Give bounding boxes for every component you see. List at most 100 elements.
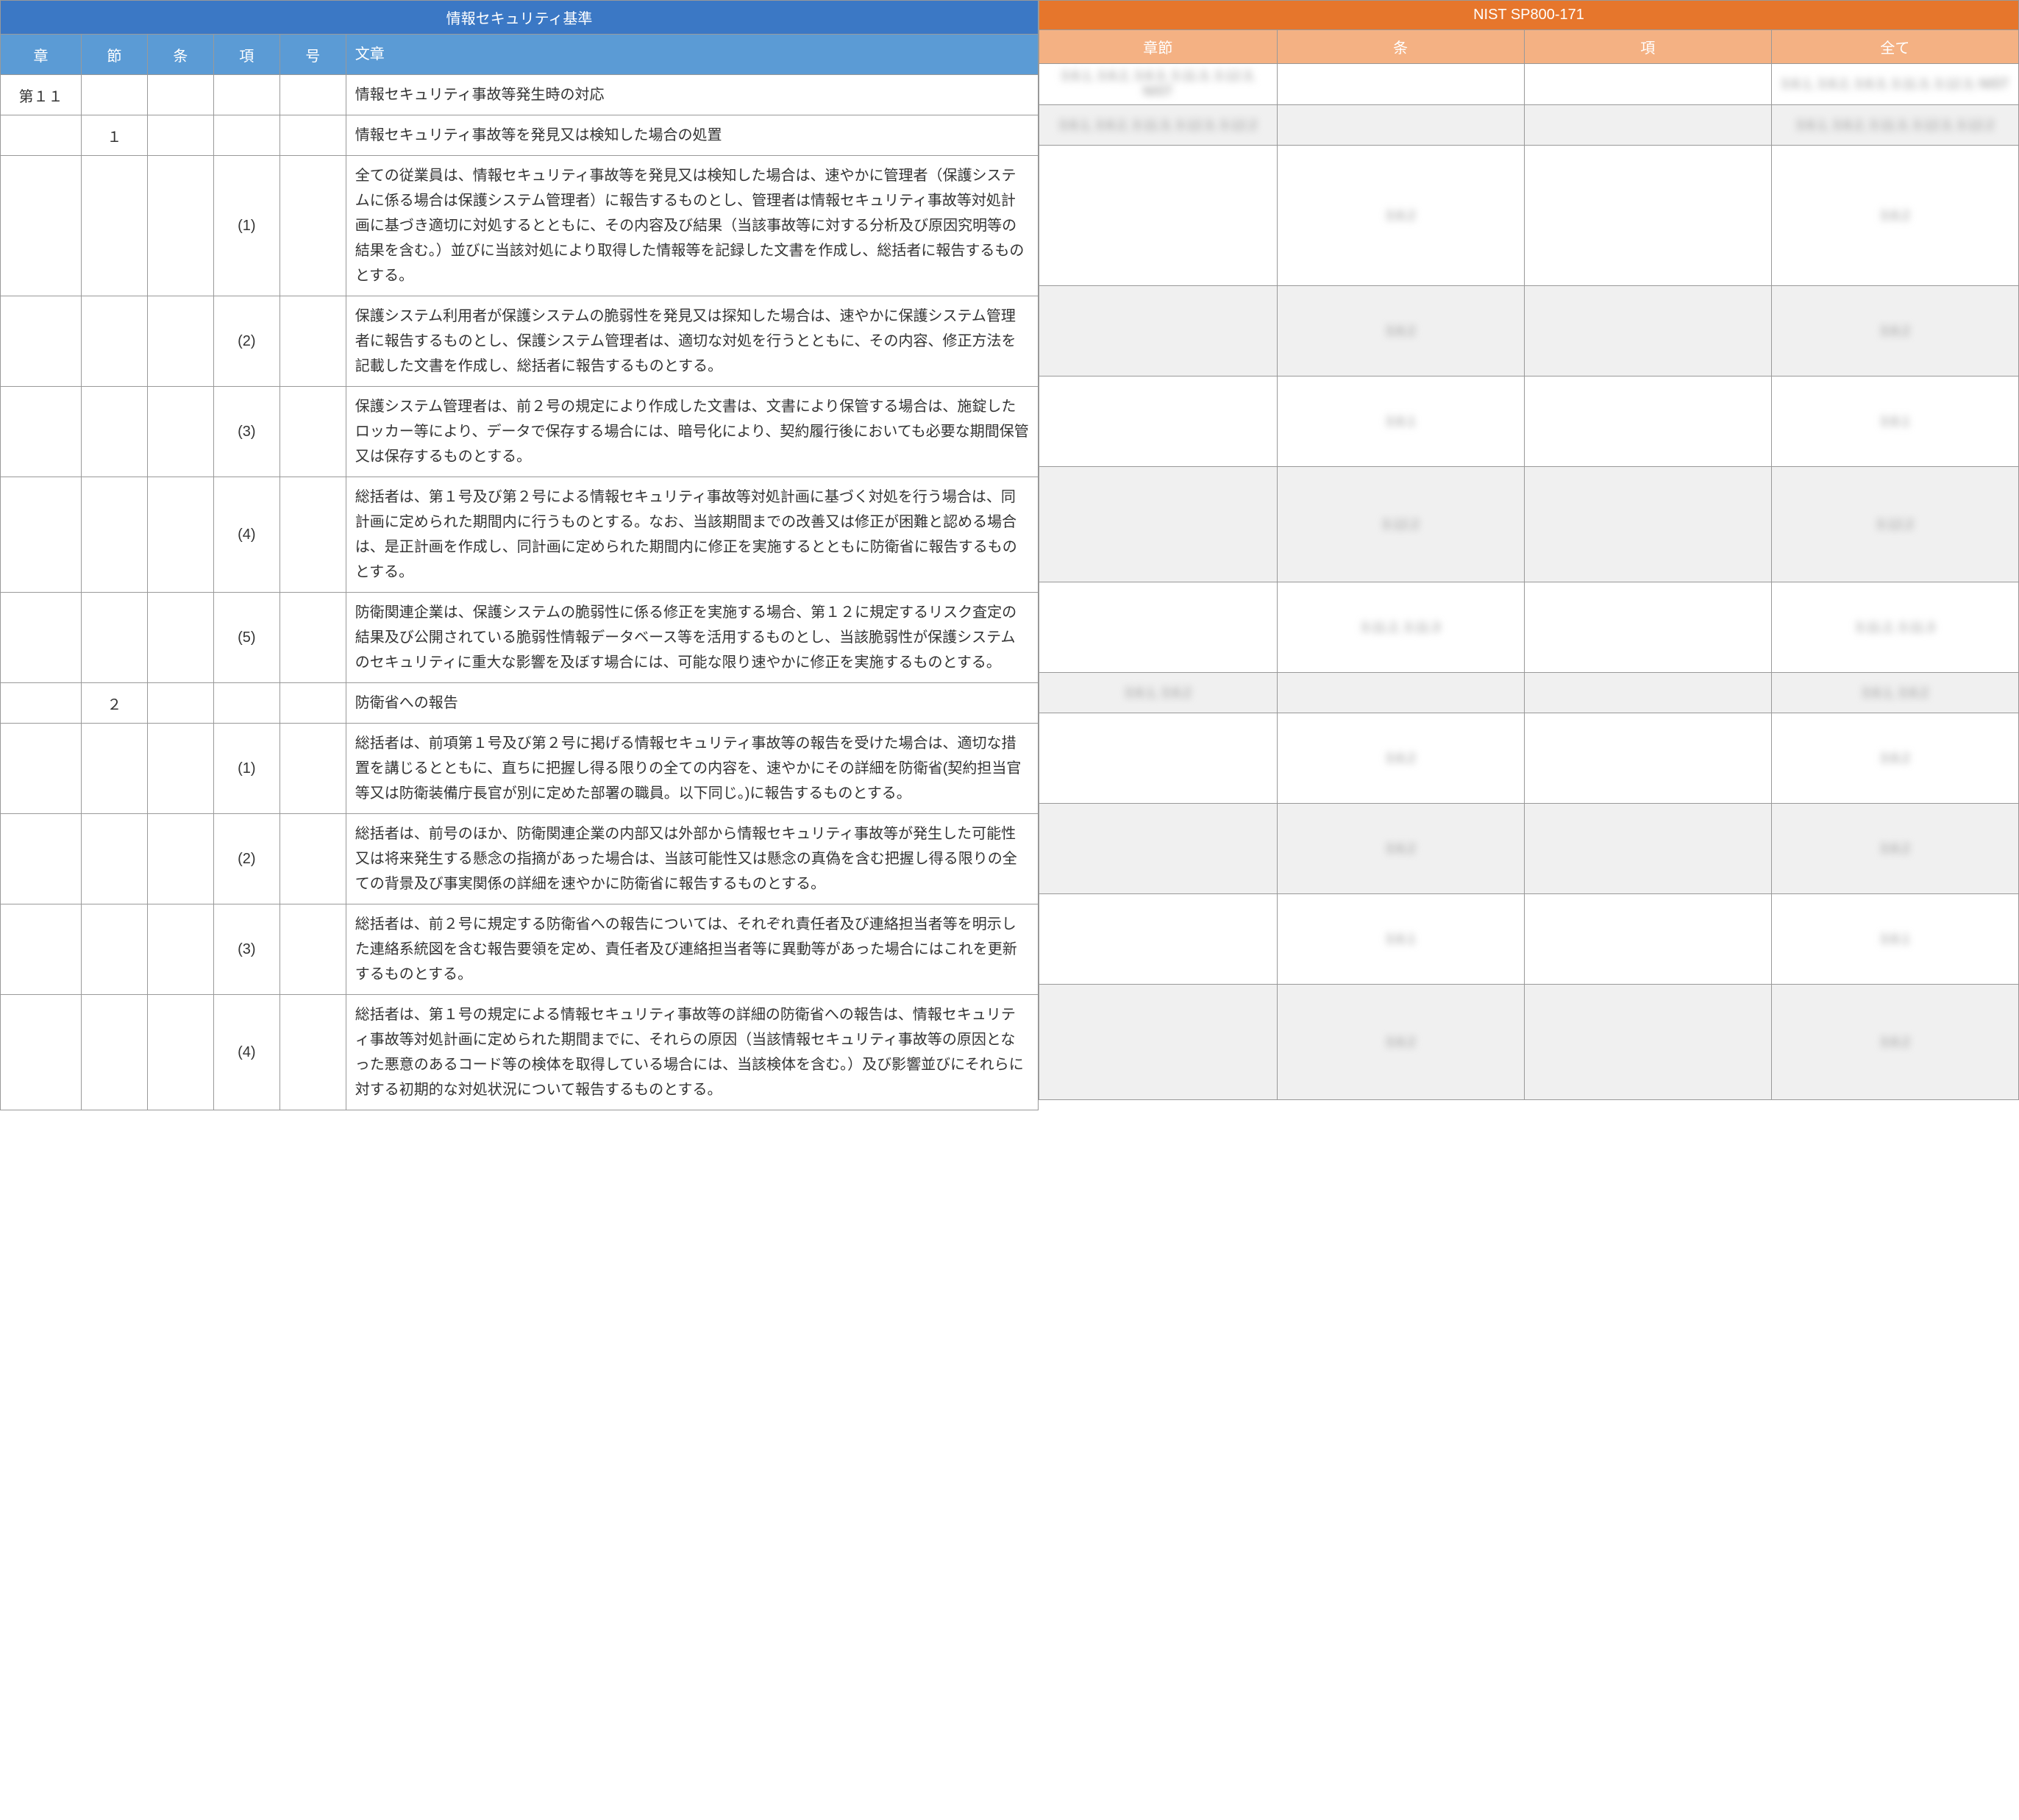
cell-text: 防衛省への報告 [346, 683, 1038, 724]
cell-kou: (3) [213, 904, 279, 995]
nist-cell: 3.6.2 [1277, 985, 1524, 1100]
cell-setsu [81, 387, 147, 477]
nist-cell: 3.11.2, 3.11.3 [1277, 582, 1524, 673]
hdr-go: 号 [279, 35, 346, 75]
nist-cell: 3.6.2 [1771, 713, 2018, 804]
table-row: (1)全ての従業員は、情報セキュリティ事故等を発見又は検知した場合は、速やかに管… [1, 156, 1039, 296]
nist-cell [1524, 467, 1771, 582]
cell-text: 防衛関連企業は、保護システムの脆弱性に係る修正を実施する場合、第１２に規定するリ… [346, 593, 1038, 683]
cell-text: 保護システム利用者が保護システムの脆弱性を発見又は探知した場合は、速やかに保護シ… [346, 296, 1038, 387]
right-panel: NIST SP800-171 章節 条 項 全て 3.6.1, 3.6.2, 3… [1039, 0, 2019, 1110]
nist-cell: 3.6.1, 3.6.2, 3.6.3, 3.11.3, 3.12.3, NIS… [1039, 64, 1278, 105]
cell-sho [1, 814, 82, 904]
cell-jo [147, 387, 213, 477]
cell-go [279, 115, 346, 156]
cell-setsu [81, 296, 147, 387]
nist-cell [1524, 286, 1771, 377]
nist-cell [1524, 146, 1771, 286]
cell-kou: (2) [213, 814, 279, 904]
table-row: 3.6.1, 3.6.23.6.1, 3.6.2 [1039, 673, 2019, 713]
hdr-setsu: 節 [81, 35, 147, 75]
hdr-c2: 条 [1277, 30, 1524, 64]
cell-setsu [81, 156, 147, 296]
left-panel: 情報セキュリティ基準 章 節 条 項 号 文章 第１１情報セキュリティ事故等発生… [0, 0, 1039, 1110]
nist-cell [1524, 894, 1771, 985]
cell-go [279, 296, 346, 387]
nist-cell [1039, 894, 1278, 985]
table-row: 3.12.23.12.2 [1039, 467, 2019, 582]
cell-jo [147, 156, 213, 296]
cell-sho [1, 683, 82, 724]
cell-sho [1, 477, 82, 593]
cell-go [279, 75, 346, 115]
nist-cell [1039, 286, 1278, 377]
blurred-value: 3.6.2 [1386, 208, 1415, 224]
cell-go [279, 593, 346, 683]
cell-setsu [81, 814, 147, 904]
cell-kou: (4) [213, 477, 279, 593]
blurred-value: 3.6.2 [1880, 208, 1909, 224]
table-row: 3.11.2, 3.11.33.11.2, 3.11.3 [1039, 582, 2019, 673]
nist-cell: 3.6.2 [1771, 804, 2018, 894]
cell-go [279, 683, 346, 724]
nist-cell [1039, 582, 1278, 673]
cell-kou [213, 75, 279, 115]
blurred-value: 3.6.1 [1386, 932, 1415, 947]
blurred-value: 3.6.1, 3.6.2, 3.11.3, 3.12.3, 3.12.2 [1796, 118, 1994, 133]
blurred-value: 3.6.2 [1880, 841, 1909, 857]
nist-cell [1524, 377, 1771, 467]
cell-jo [147, 115, 213, 156]
cell-text: 総括者は、第１号及び第２号による情報セキュリティ事故等対処計画に基づく対処を行う… [346, 477, 1038, 593]
cell-jo [147, 683, 213, 724]
blurred-value: 3.6.2 [1880, 751, 1909, 766]
cell-text: 総括者は、前２号に規定する防衛省への報告については、それぞれ責任者及び連絡担当者… [346, 904, 1038, 995]
cell-jo [147, 75, 213, 115]
nist-cell [1524, 804, 1771, 894]
nist-cell: 3.6.1 [1277, 377, 1524, 467]
nist-cell [1039, 146, 1278, 286]
cell-setsu [81, 995, 147, 1110]
hdr-c4: 全て [1771, 30, 2018, 64]
cell-jo [147, 593, 213, 683]
cell-go [279, 814, 346, 904]
cell-sho [1, 387, 82, 477]
nist-cell: 3.6.2 [1277, 146, 1524, 286]
table-row: 3.6.1, 3.6.2, 3.11.3, 3.12.3, 3.12.2 3.6.… [1039, 105, 2019, 146]
table-row: ２防衛省への報告 [1, 683, 1039, 724]
table-row: (4)総括者は、第１号の規定による情報セキュリティ事故等の詳細の防衛省への報告は… [1, 995, 1039, 1110]
cell-setsu: １ [81, 115, 147, 156]
blurred-value: 3.6.1 [1386, 414, 1415, 429]
right-table: NIST SP800-171 章節 条 項 全て 3.6.1, 3.6.2, 3… [1039, 0, 2019, 1100]
cell-sho: 第１１ [1, 75, 82, 115]
table-row: 3.6.1, 3.6.2, 3.6.3, 3.11.3, 3.12.3, NIS… [1039, 64, 2019, 105]
nist-cell [1039, 985, 1278, 1100]
hdr-bunsho: 文章 [346, 35, 1038, 75]
nist-cell: 3.6.1 [1277, 894, 1524, 985]
cell-text: 総括者は、第１号の規定による情報セキュリティ事故等の詳細の防衛省への報告は、情報… [346, 995, 1038, 1110]
cell-kou: (3) [213, 387, 279, 477]
cell-jo [147, 477, 213, 593]
nist-cell [1524, 673, 1771, 713]
blurred-value: 3.6.1 [1880, 414, 1909, 429]
nist-cell: 3.6.1, 3.6.2, 3.11.3, 3.12.3, 3.12.2 [1039, 105, 1278, 146]
nist-cell [1524, 105, 1771, 146]
cell-go [279, 156, 346, 296]
nist-cell [1524, 64, 1771, 105]
right-title: NIST SP800-171 [1039, 1, 2019, 30]
hdr-c1: 章節 [1039, 30, 1278, 64]
comparison-table: 情報セキュリティ基準 章 節 条 項 号 文章 第１１情報セキュリティ事故等発生… [0, 0, 2019, 1110]
cell-setsu [81, 477, 147, 593]
nist-cell: 3.6.2 [1771, 286, 2018, 377]
table-row: １情報セキュリティ事故等を発見又は検知した場合の処置 [1, 115, 1039, 156]
nist-cell: 3.12.2 [1277, 467, 1524, 582]
cell-setsu [81, 593, 147, 683]
table-row: 3.6.23.6.2 [1039, 286, 2019, 377]
cell-sho [1, 115, 82, 156]
blurred-value: 3.6.2 [1386, 1035, 1415, 1050]
blurred-value: 3.6.2 [1880, 1035, 1909, 1050]
cell-sho [1, 296, 82, 387]
cell-jo [147, 995, 213, 1110]
table-row: (3) 総括者は、前２号に規定する防衛省への報告については、それぞれ責任者及び連絡… [1, 904, 1039, 995]
cell-kou: (2) [213, 296, 279, 387]
table-row: (5)防衛関連企業は、保護システムの脆弱性に係る修正を実施する場合、第１２に規定… [1, 593, 1039, 683]
